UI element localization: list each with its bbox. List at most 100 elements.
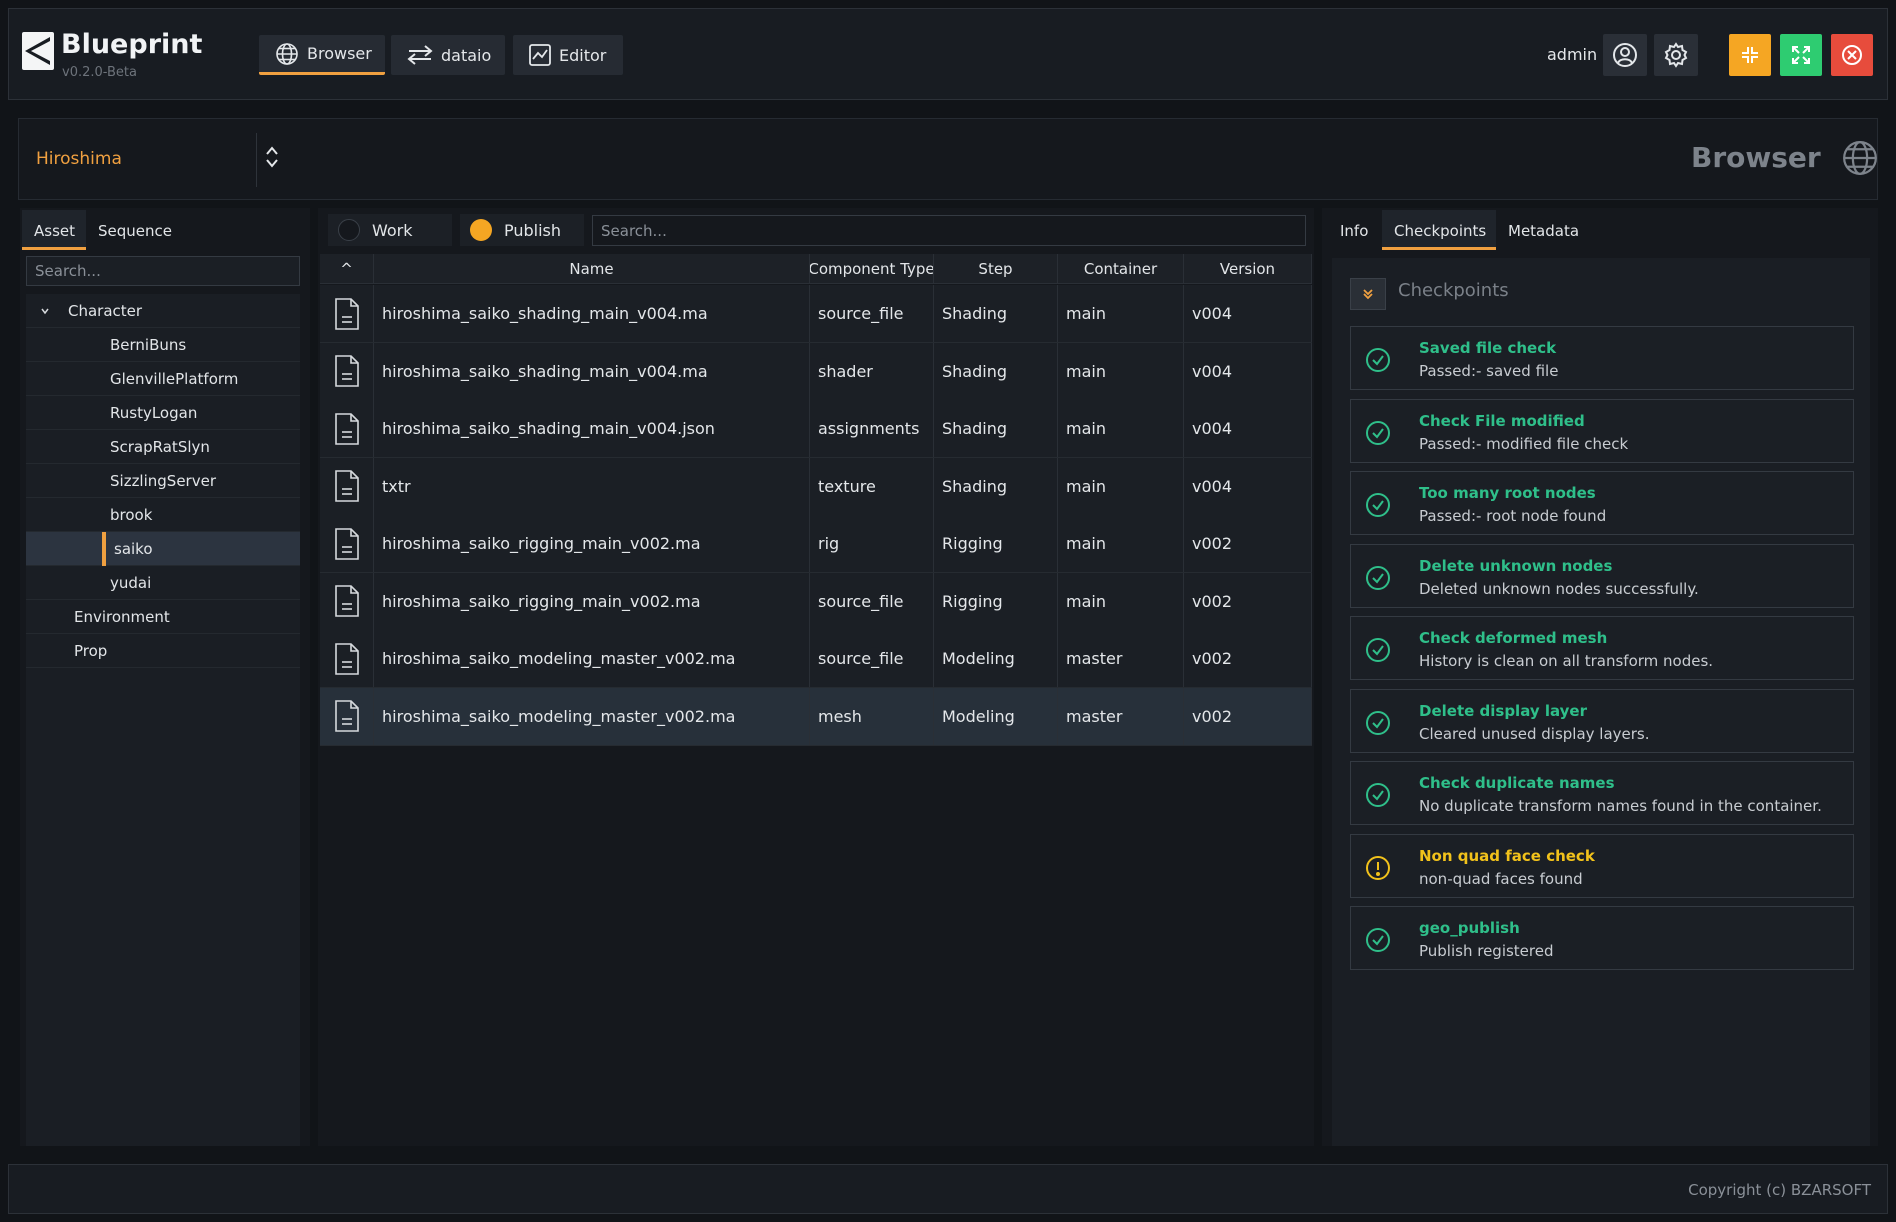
check-circle-icon [1366,348,1390,372]
checkpoint-title: geo_publish [1419,919,1520,937]
tree-item-child-selected[interactable]: saiko [26,532,300,566]
checkpoint-title: Saved file check [1419,339,1557,357]
user-circle-icon [1613,43,1637,67]
checkpoint-description: Passed:- root node found [1419,507,1607,525]
cell-name: hiroshima_saiko_shading_main_v004.json [374,400,810,457]
column-header-name[interactable]: Name [374,254,810,284]
tree-item-child[interactable]: ScrapRatSlyn [26,430,300,464]
tree-item-child[interactable]: GlenvillePlatform [26,362,300,396]
double-chevron-down-icon [1363,289,1373,300]
checkpoints-title: Checkpoints [1398,280,1509,301]
tree-item-environment[interactable]: Environment [26,600,300,634]
nav-browser-label: Browser [307,44,372,63]
tab-info[interactable]: Info [1328,210,1382,250]
table-row[interactable]: hiroshima_saiko_rigging_main_v002.ma rig R… [320,515,1312,573]
cell-version: v004 [1184,285,1312,342]
cell-container: master [1058,630,1184,687]
tab-metadata[interactable]: Metadata [1496,210,1592,250]
user-profile-button[interactable] [1603,34,1647,76]
cell-component-type: assignments [810,400,934,457]
checkpoint-status [1365,637,1391,667]
column-header-container[interactable]: Container [1058,254,1184,284]
tree-item-child[interactable]: brook [26,498,300,532]
cell-step: Shading [934,342,1058,400]
up-down-chevron-icon[interactable] [265,145,279,173]
cell-step: Rigging [934,515,1058,572]
checkpoint-status [1365,710,1391,740]
app-title: Blueprint [61,29,203,60]
cell-component-type: mesh [810,687,934,745]
cell-version: v004 [1184,457,1312,515]
tree-item-child[interactable]: BerniBuns [26,328,300,362]
cell-step: Shading [934,285,1058,342]
tree-item-character[interactable]: Character [26,294,300,328]
radio-checked-icon [470,219,492,241]
table-row[interactable]: hiroshima_saiko_shading_main_v004.ma sour… [320,285,1312,343]
divider [256,133,257,187]
project-selector[interactable]: Hiroshima [36,149,122,169]
tree-item-label: Environment [74,607,170,626]
cell-name: hiroshima_saiko_modeling_master_v002.ma [374,687,810,745]
file-search-input[interactable]: Search... [592,215,1306,246]
tree-item-prop[interactable]: Prop [26,634,300,668]
nav-editor-label: Editor [559,45,607,65]
tab-asset[interactable]: Asset [22,210,86,250]
file-icon [334,470,359,502]
cell-component-type: source_file [810,572,934,630]
minimize-button[interactable] [1729,34,1771,76]
table-row[interactable]: hiroshima_saiko_modeling_master_v002.ma m… [320,687,1312,746]
settings-button[interactable] [1654,34,1698,76]
tree-item-label: SizzlingServer [110,471,216,490]
username-label: admin [1547,45,1598,64]
checkpoint-title: Too many root nodes [1419,484,1596,502]
column-header-type[interactable]: Component Type [810,254,934,284]
cell-name: hiroshima_saiko_shading_main_v004.ma [374,285,810,342]
tree-item-label: Prop [74,641,108,660]
asset-tree-panel: Asset Sequence Search... Character Berni… [20,208,310,1146]
expand-icon [1792,46,1810,64]
sort-indicator[interactable]: ^ [320,254,374,284]
cell-step: Modeling [934,630,1058,687]
publish-radio[interactable]: Publish [460,214,584,246]
nav-editor-button[interactable]: Editor [513,35,623,75]
tree-item-label: BerniBuns [110,335,187,354]
file-icon [334,527,359,560]
tree-search-input[interactable]: Search... [26,256,300,286]
nav-dataio-button[interactable]: dataio [391,35,505,75]
table-row[interactable]: hiroshima_saiko_modeling_master_v002.ma s… [320,630,1312,688]
cell-version: v002 [1184,515,1312,572]
column-header-version[interactable]: Version [1184,254,1312,284]
file-icon-cell [320,630,374,687]
blueprint-logo-icon [21,31,55,71]
tree-item-child[interactable]: yudai [26,566,300,600]
checkpoint-card: Delete unknown nodes Deleted unknown node… [1350,543,1854,608]
file-icon-cell [320,572,374,630]
cell-container: main [1058,342,1184,400]
work-radio[interactable]: Work [328,214,452,246]
table-row[interactable]: hiroshima_saiko_shading_main_v004.json as… [320,400,1312,458]
checkpoint-title: Check duplicate names [1419,774,1615,792]
nav-browser-button[interactable]: Browser [259,35,385,75]
check-circle-icon [1366,638,1390,662]
checkpoint-card: Check duplicate names No duplicate transf… [1350,761,1854,825]
checkpoint-title: Non quad face check [1419,846,1595,865]
tree-item-child[interactable]: RustyLogan [26,396,300,430]
cell-version: v002 [1184,572,1312,630]
tab-checkpoints[interactable]: Checkpoints [1382,210,1496,250]
table-row[interactable]: hiroshima_saiko_rigging_main_v002.ma sour… [320,572,1312,631]
project-bar: Hiroshima Browser [18,118,1878,200]
column-header-step[interactable]: Step [934,254,1058,284]
maximize-button[interactable] [1780,34,1822,76]
close-button[interactable] [1831,34,1873,76]
checkpoint-description: Cleared unused display layers. [1419,724,1650,743]
cell-version: v004 [1184,342,1312,400]
table-row[interactable]: txtr texture Shading main v004 [320,457,1312,516]
file-icon-cell [320,342,374,400]
table-row[interactable]: hiroshima_saiko_shading_main_v004.ma shad… [320,342,1312,401]
table-header: ^ Name Component Type Step Container Ver… [320,254,1312,284]
checkpoint-status [1365,927,1391,957]
tree-item-child[interactable]: SizzlingServer [26,464,300,498]
check-circle-icon [1366,565,1390,590]
collapse-toggle-button[interactable] [1350,278,1386,310]
tab-sequence[interactable]: Sequence [86,210,178,250]
